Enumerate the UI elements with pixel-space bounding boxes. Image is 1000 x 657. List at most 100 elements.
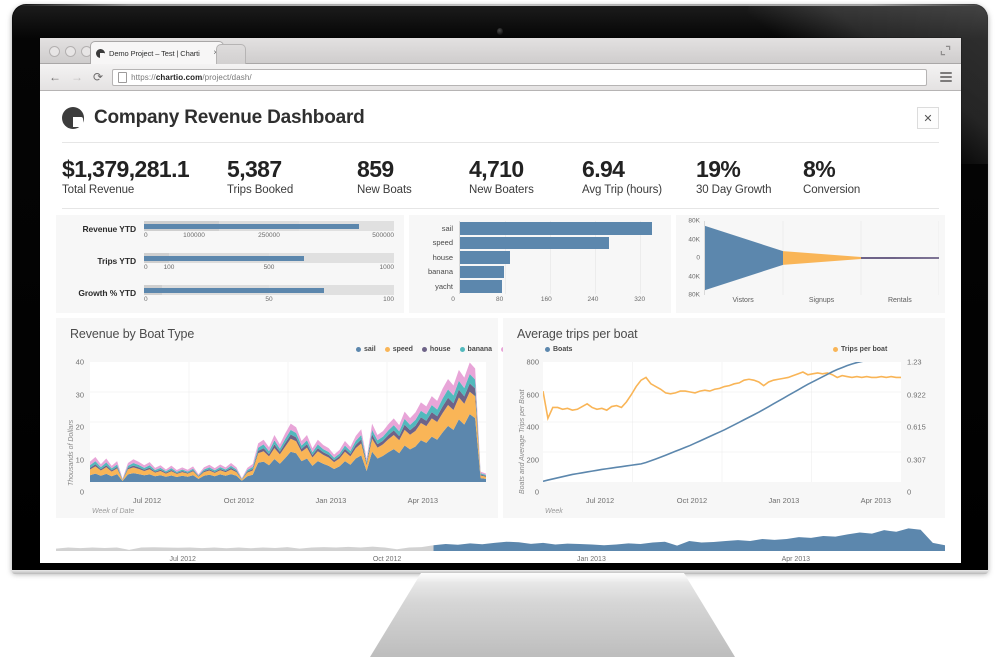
revenue-by-boat-type-widget[interactable]: Revenue by Boat Type sail speed house banan…: [56, 318, 527, 519]
bar[interactable]: [460, 251, 510, 264]
bullet-tick-label: 0: [144, 232, 148, 240]
bar[interactable]: [460, 280, 502, 293]
brush-unselected-region[interactable]: [56, 545, 434, 552]
timeline-brush[interactable]: Jul 2012 Oct 2012 Jan 2013 Apr 2013: [56, 523, 945, 563]
funnel-svg: [705, 221, 939, 296]
widget-row-top: Revenue YTD 0 100000 250000 500000 Trips YTD 0…: [40, 209, 961, 314]
bar[interactable]: [460, 236, 610, 250]
x-tick-label: Jul 2012: [585, 496, 615, 506]
kpi-conversion: 8% Conversion: [803, 157, 893, 196]
y-tick-label-right: 0.615: [907, 422, 926, 432]
grid-line: [505, 279, 507, 294]
browser-tab[interactable]: Demo Project – Test | Charti ×: [90, 41, 224, 64]
bullet-tick-label: 250000: [258, 232, 280, 240]
back-icon[interactable]: ←: [49, 71, 61, 83]
y-tick-label: 80K: [688, 291, 700, 299]
screenshot-stage: Demo Project – Test | Charti × ← → ⟳ htt…: [0, 0, 1000, 657]
bar-plot-area: [459, 235, 663, 251]
bullet-tick-label: 500: [263, 264, 275, 272]
funnel-y-axis: 80K 40K 0 40K 80K: [680, 218, 702, 299]
grid-line: [640, 250, 642, 265]
browser-toolbar: ← → ⟳ https://chartio.com/project/dash/: [40, 64, 961, 91]
funnel-chart: 80K 40K 0 40K 80K Vistors Signups Rentals: [680, 218, 939, 309]
horizontal-bar-chart: sail speed house banana yacht 0 80 160 240 320: [413, 221, 663, 309]
funnel-stage-label: Rentals: [887, 297, 912, 305]
y-tick-label-left: 600: [526, 390, 539, 400]
new-tab-button[interactable]: [216, 44, 246, 64]
brush-plot[interactable]: [56, 523, 945, 552]
forward-icon[interactable]: →: [71, 71, 83, 83]
kpi-label: Trips Booked: [227, 184, 294, 197]
bar-row: banana: [413, 264, 663, 280]
bullet-chart-widget[interactable]: Revenue YTD 0 100000 250000 500000 Trips YTD 0…: [56, 215, 404, 314]
kpi-total-revenue: $1,379,281.1 Total Revenue: [62, 157, 227, 196]
y-tick-label-right: 0.922: [907, 390, 926, 400]
x-axis-label: Week of Date: [92, 508, 135, 516]
bullet-bands: [144, 221, 394, 232]
grid-line: [640, 264, 642, 280]
reload-icon[interactable]: ⟳: [93, 71, 103, 83]
kpi-30-day-growth: 19% 30 Day Growth: [696, 157, 803, 196]
tab-title: Demo Project – Test | Charti: [109, 48, 200, 58]
y-tick-label: 40: [75, 357, 84, 367]
legend-item[interactable]: speed: [384, 346, 413, 353]
boat-type-bar-widget[interactable]: sail speed house banana yacht 0 80 160 240 320: [409, 215, 671, 314]
browser-menu-icon[interactable]: [940, 71, 952, 83]
funnel-segment[interactable]: [705, 225, 783, 291]
line-chart-legend-boats: Boats: [545, 346, 572, 353]
minimize-window-button[interactable]: [65, 46, 76, 57]
funnel-segment[interactable]: [783, 251, 861, 265]
bar-rows: sail speed house banana yacht: [413, 221, 663, 294]
close-dashboard-button[interactable]: ✕: [917, 107, 939, 129]
legend-item[interactable]: Boats: [545, 346, 572, 353]
y-tick-label-right: 1.23: [907, 357, 922, 367]
bullet-label: Trips YTD: [97, 256, 136, 267]
legend-label: sail: [364, 346, 376, 354]
bullet-value-bar: [144, 255, 304, 261]
favicon-icon: [96, 48, 105, 58]
bullet-value-bar: [144, 287, 324, 293]
maximize-icon[interactable]: [940, 45, 951, 56]
legend-label: Boats: [553, 346, 573, 354]
kpi-value: $1,379,281.1: [62, 156, 190, 182]
legend-swatch: [545, 347, 550, 353]
bullet-track: 0 100000 250000 500000: [144, 221, 394, 243]
legend-swatch: [833, 347, 838, 353]
legend-item[interactable]: sail: [356, 346, 376, 353]
bar-category-label: banana: [427, 267, 453, 277]
kpi-value: 8%: [803, 156, 836, 182]
bullet-tick-label: 1000: [379, 264, 394, 272]
legend-label: Trips per boat: [841, 346, 888, 354]
bar-category-label: speed: [432, 238, 453, 248]
bar-plot-area: [459, 279, 663, 294]
brush-tick-label: Jul 2012: [169, 556, 196, 563]
bullet-tick-label: 500000: [372, 232, 394, 240]
bar-row: house: [413, 250, 663, 265]
grid-line: [550, 279, 552, 294]
grid-line: [550, 264, 552, 280]
line-chart-legend-trips: Trips per boat: [833, 346, 887, 353]
funnel-widget[interactable]: 80K 40K 0 40K 80K Vistors Signups Rentals: [676, 215, 945, 314]
y-tick-label: 40K: [688, 273, 700, 281]
address-bar[interactable]: https://chartio.com/project/dash/: [112, 68, 927, 86]
bar-plot-area: [459, 221, 663, 236]
browser-tab-bar: Demo Project – Test | Charti ×: [40, 38, 961, 64]
kpi-value: 6.94: [582, 156, 625, 182]
funnel-segment[interactable]: [861, 257, 939, 260]
url-domain: chartio.com: [155, 72, 203, 82]
bar[interactable]: [460, 222, 652, 235]
brush-selected-region[interactable]: [433, 528, 945, 552]
bullet-ticks: 0 50 100: [144, 295, 394, 307]
legend-item[interactable]: banana: [459, 346, 492, 353]
bar[interactable]: [460, 265, 504, 279]
window-controls[interactable]: [49, 46, 92, 57]
x-tick-label: Apr 2013: [860, 496, 892, 506]
legend-item[interactable]: Trips per boat: [833, 346, 887, 353]
close-window-button[interactable]: [49, 46, 60, 57]
bullet-tick-label: 0: [144, 264, 148, 272]
legend-label: house: [429, 346, 451, 354]
average-trips-per-boat-widget[interactable]: Average trips per boat Boats Trips per b…: [503, 318, 945, 519]
legend-item[interactable]: house: [421, 346, 451, 354]
line-chart-title: Average trips per boat: [517, 327, 638, 342]
brush-tick-label: Jan 2013: [577, 556, 606, 563]
